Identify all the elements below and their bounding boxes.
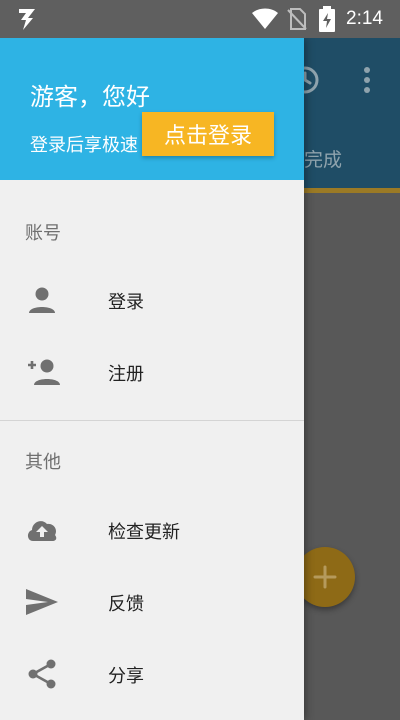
cloud-upload-icon bbox=[27, 521, 57, 541]
menu-item-check-update[interactable]: 检查更新 bbox=[0, 494, 304, 566]
menu-item-feedback[interactable]: 反馈 bbox=[0, 566, 304, 638]
battery-charging-icon bbox=[319, 6, 335, 32]
person-add-icon bbox=[28, 359, 60, 385]
person-icon bbox=[29, 287, 55, 313]
add-fab-button[interactable] bbox=[295, 547, 355, 607]
section-header-other: 其他 bbox=[25, 452, 61, 473]
flash-app-icon bbox=[19, 9, 35, 30]
drawer-header: 游客，您好 登录后享极速 点击登录 bbox=[0, 38, 304, 180]
status-time: 2:14 bbox=[346, 8, 383, 29]
menu-item-label: 注册 bbox=[108, 364, 144, 385]
wifi-icon bbox=[252, 8, 278, 29]
no-sim-icon bbox=[287, 8, 307, 30]
add-icon bbox=[313, 565, 337, 589]
menu-item-login[interactable]: 登录 bbox=[0, 264, 304, 336]
status-bar: 2:14 bbox=[0, 0, 400, 38]
send-icon bbox=[26, 589, 58, 615]
section-header-account: 账号 bbox=[25, 223, 61, 244]
navigation-drawer: 游客，您好 登录后享极速 点击登录 账号 登录 注册 其他 检查更新 反馈 分享 bbox=[0, 38, 304, 720]
section-divider bbox=[0, 420, 304, 421]
login-button[interactable]: 点击登录 bbox=[142, 112, 274, 156]
menu-item-register[interactable]: 注册 bbox=[0, 336, 304, 408]
subtitle-text: 登录后享极速 bbox=[30, 135, 138, 156]
menu-item-label: 分享 bbox=[108, 666, 144, 687]
menu-item-label: 登录 bbox=[108, 292, 144, 313]
menu-item-label: 反馈 bbox=[108, 594, 144, 615]
tab-label-partial: 完成 bbox=[304, 149, 343, 171]
more-vert-icon[interactable] bbox=[357, 64, 377, 96]
greeting-text: 游客，您好 bbox=[30, 83, 150, 111]
share-icon bbox=[28, 659, 56, 689]
menu-item-share[interactable]: 分享 bbox=[0, 638, 304, 710]
menu-item-label: 检查更新 bbox=[108, 522, 180, 543]
